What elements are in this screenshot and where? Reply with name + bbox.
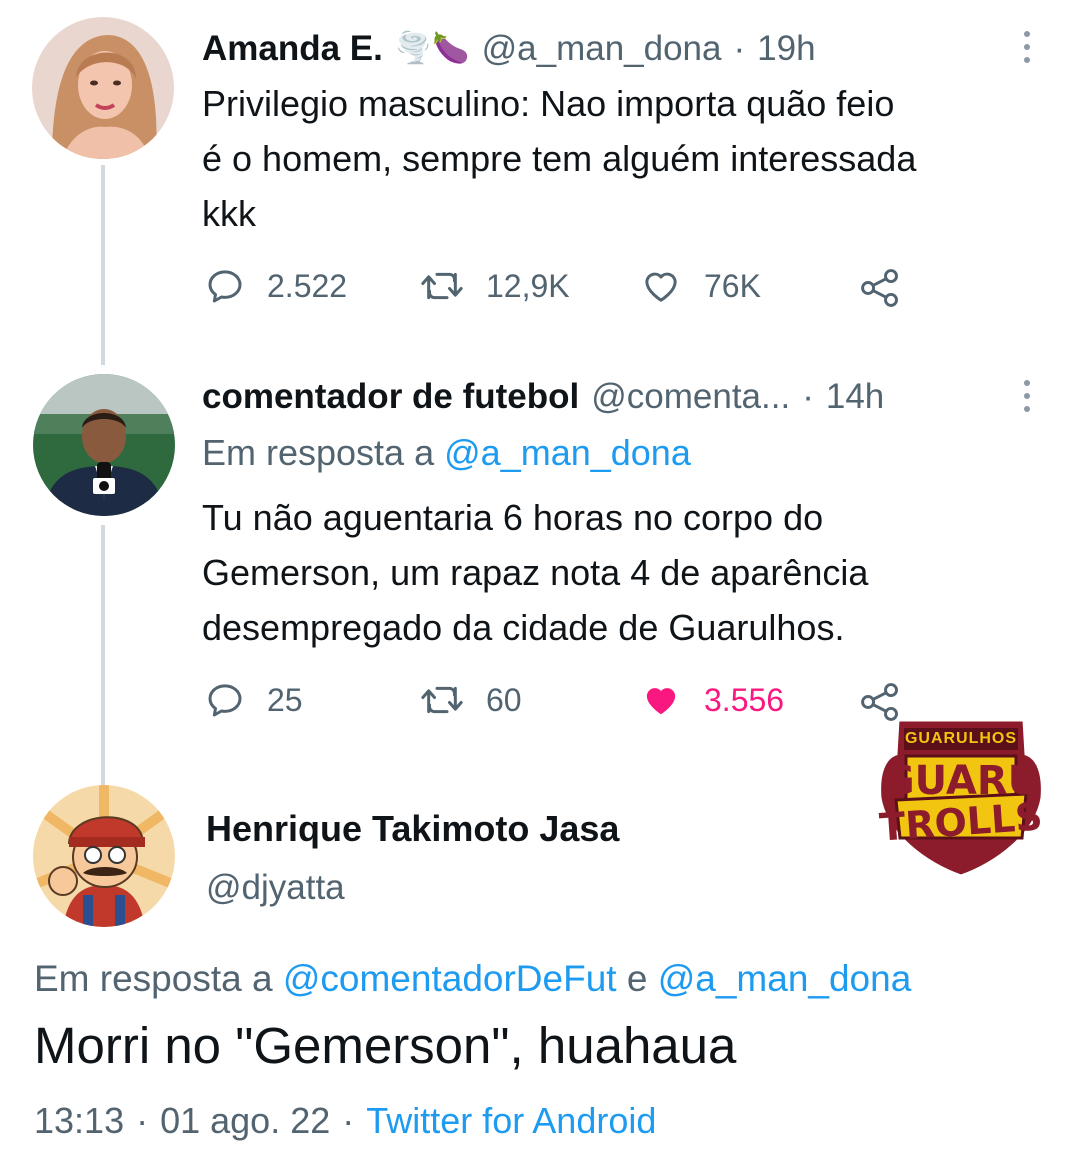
separator: · — [802, 376, 814, 416]
handle[interactable]: @a_man_dona — [482, 29, 722, 69]
more-options-icon[interactable] — [1022, 380, 1032, 419]
thread-line-2 — [101, 525, 105, 785]
like-count: 76K — [704, 267, 761, 304]
retweet-icon — [421, 272, 463, 300]
more-options-icon[interactable] — [1022, 31, 1032, 70]
tweet1-header: Amanda E. 🌪️🍆 @a_man_dona · 19h — [202, 26, 816, 71]
share-button[interactable] — [858, 266, 902, 310]
retweet-count: 12,9K — [486, 267, 570, 304]
separator: · — [136, 1100, 149, 1141]
share-icon — [861, 269, 898, 307]
tweet-time[interactable]: 13:13 — [34, 1100, 124, 1142]
reply-icon — [208, 270, 242, 303]
like-button[interactable]: 3.556 — [640, 680, 784, 720]
display-name[interactable]: Henrique Takimoto Jasa — [206, 808, 619, 850]
watermark-top-text: GUARULHOS — [904, 730, 1018, 747]
avatar[interactable] — [32, 17, 174, 159]
reply-button[interactable]: 2.522 — [205, 266, 347, 306]
retweet-icon — [421, 686, 463, 714]
name-emojis: 🌪️🍆 — [394, 31, 470, 66]
retweet-button[interactable]: 60 — [420, 680, 522, 720]
reply-count: 25 — [267, 681, 303, 718]
tweet-text-line: kkk — [202, 193, 256, 234]
handle[interactable]: @comenta... — [591, 377, 790, 417]
tweet-text-line: desempregado da cidade de Guarulhos. — [202, 607, 845, 648]
replying-prefix: Em resposta a — [34, 958, 273, 999]
timestamp[interactable]: 19h — [757, 29, 815, 69]
retweet-count: 60 — [486, 681, 522, 718]
tweet-text-line: Privilegio masculino: Nao importa quão f… — [202, 83, 895, 124]
like-count: 3.556 — [704, 681, 785, 718]
retweet-button[interactable]: 12,9K — [420, 266, 570, 306]
replying-to: Em resposta a @comentadorDeFut e @a_man_… — [34, 958, 911, 1000]
like-button[interactable]: 76K — [640, 266, 761, 306]
heart-filled-icon — [646, 688, 676, 715]
display-name[interactable]: Amanda E. — [202, 29, 383, 69]
tweet-text-line: é o homem, sempre tem alguém interessada — [202, 138, 917, 179]
main-tweet-text: Morri no "Gemerson", huahaua — [34, 1017, 737, 1074]
avatar[interactable] — [33, 374, 175, 516]
separator: · — [342, 1100, 355, 1141]
tweet-date[interactable]: 01 ago. 22 — [160, 1100, 330, 1142]
timestamp[interactable]: 14h — [826, 377, 884, 417]
reply-icon — [208, 684, 242, 717]
mention-link[interactable]: @comentadorDeFut — [283, 958, 617, 999]
tweet-text-line: Tu não aguentaria 6 horas no corpo do — [202, 497, 824, 538]
reply-count: 2.522 — [267, 267, 348, 304]
replying-conjunction: e — [626, 958, 648, 999]
mention-link[interactable]: @a_man_dona — [444, 432, 691, 473]
tweet-source-link[interactable]: Twitter for Android — [366, 1100, 656, 1142]
display-name[interactable]: comentador de futebol — [202, 377, 579, 417]
replying-to: Em resposta a @a_man_dona — [202, 432, 691, 474]
separator: · — [733, 28, 746, 68]
avatar[interactable] — [33, 785, 175, 927]
guarutrolls-watermark-logo: GUARULHOS GUARU TROLLS — [876, 714, 1046, 880]
tweet-text: Tu não aguentaria 6 horas no corpo do Ge… — [202, 490, 1062, 655]
thread-line-1 — [101, 165, 105, 365]
handle[interactable]: @djyatta — [206, 868, 345, 908]
reply-button[interactable]: 25 — [205, 680, 303, 720]
replying-prefix: Em resposta a — [202, 432, 435, 473]
tweet2-header: comentador de futebol @comenta... · 14h — [202, 374, 884, 419]
heart-icon — [645, 272, 677, 302]
tweet-text: Privilegio masculino: Nao importa quão f… — [202, 76, 1062, 241]
tweet-meta: 13:13 · 01 ago. 22 · Twitter for Android — [34, 1100, 656, 1142]
mention-link[interactable]: @a_man_dona — [658, 958, 912, 999]
tweet-text-line: Gemerson, um rapaz nota 4 de aparência — [202, 552, 869, 593]
